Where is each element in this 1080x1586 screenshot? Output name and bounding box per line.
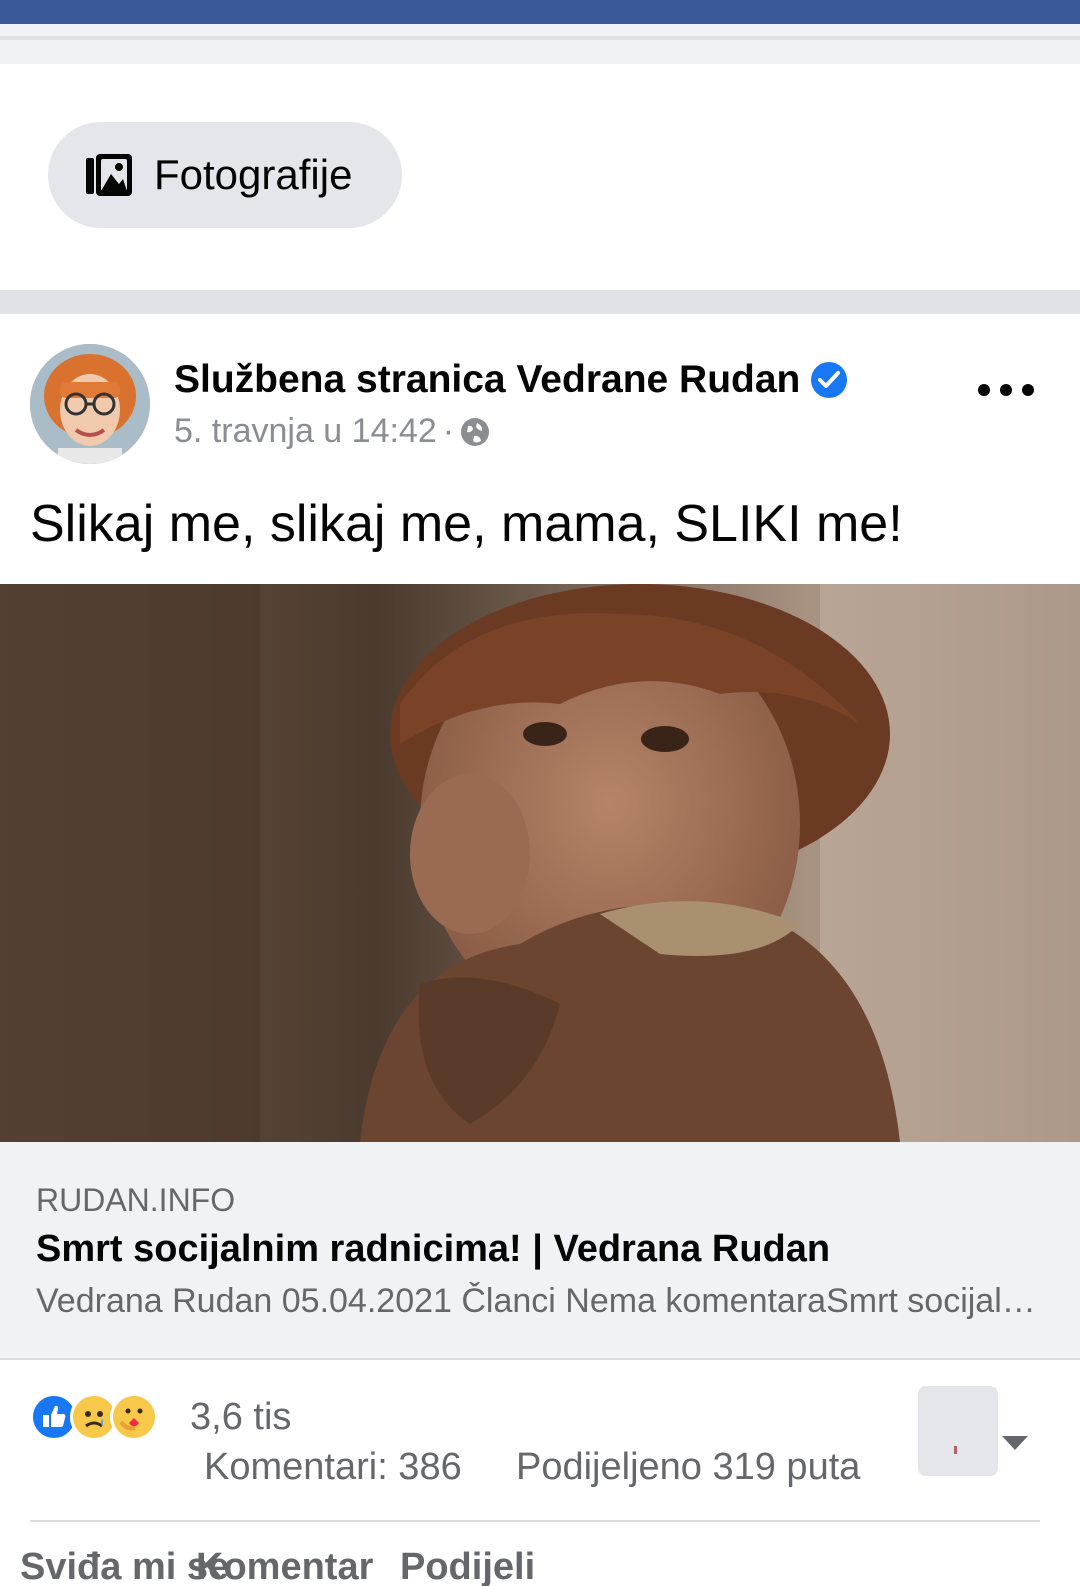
author-name-row: Službena stranica Vedrane Rudan: [174, 358, 848, 402]
comment-button[interactable]: Komentar: [196, 1546, 373, 1586]
link-domain: RUDAN.INFO: [36, 1182, 236, 1218]
chevron-down-icon[interactable]: [1002, 1436, 1028, 1450]
meta-separator: ·: [442, 412, 455, 450]
globe-icon: [461, 417, 490, 446]
section-separator: [0, 290, 1080, 314]
post-date[interactable]: 5. travnja u 14:42: [174, 412, 437, 451]
more-dot-icon: [1022, 384, 1034, 396]
more-dot-icon: [1000, 384, 1012, 396]
link-preview[interactable]: RUDAN.INFO Smrt socijalnim radnicima! | …: [0, 1142, 1080, 1360]
reaction-icons[interactable]: [30, 1392, 158, 1442]
photos-button-label: Fotografije: [154, 151, 353, 198]
reaction-as-avatar[interactable]: [918, 1386, 998, 1476]
feed-post: Službena stranica Vedrane Rudan 5. travn…: [0, 314, 1080, 1586]
link-description: Vedrana Rudan 05.04.2021 Članci Nema kom…: [36, 1282, 1036, 1320]
reaction-count[interactable]: 3,6 tis: [190, 1396, 291, 1439]
divider: [30, 1520, 1040, 1522]
comment-count[interactable]: Komentari: 386: [204, 1446, 462, 1489]
link-title: Smrt socijalnim radnicima! | Vedrana Rud…: [36, 1228, 831, 1270]
more-dot-icon: [978, 384, 990, 396]
author-name[interactable]: Službena stranica Vedrane Rudan: [174, 358, 800, 402]
verified-badge-icon: [811, 362, 848, 398]
section-separator: [0, 24, 1080, 64]
author-avatar[interactable]: [30, 344, 150, 464]
photos-section: Fotografije: [0, 64, 1080, 290]
share-count[interactable]: Podijeljeno 319 puta: [516, 1446, 860, 1489]
photos-button[interactable]: Fotografije: [48, 122, 402, 228]
post-caption: Slikaj me, slikaj me, mama, SLIKI me!: [30, 495, 903, 553]
post-meta: 5. travnja u 14:42 ·: [174, 412, 490, 451]
post-image[interactable]: [0, 584, 1080, 1142]
share-button[interactable]: Podijeli: [400, 1546, 535, 1586]
photos-icon: [86, 154, 132, 196]
more-options-button[interactable]: [978, 370, 1034, 410]
post-actions: Sviđa mi se Komentar Podijeli: [0, 1546, 1080, 1586]
care-icon: [110, 1393, 158, 1441]
top-status-bar: [0, 0, 1080, 24]
